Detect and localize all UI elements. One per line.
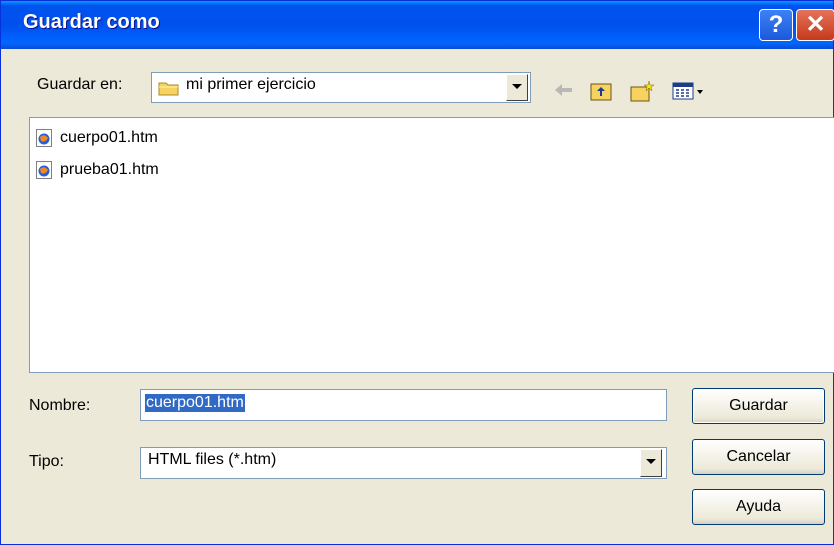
filename-label: Nombre: <box>29 397 91 414</box>
save-in-dropdown-button[interactable] <box>506 74 528 101</box>
back-arrow-icon[interactable] <box>551 79 575 101</box>
folder-icon <box>158 82 179 96</box>
help-title-button[interactable]: ? <box>759 9 793 41</box>
save-in-combo[interactable]: mi primer ejercicio <box>151 72 531 103</box>
help-button[interactable]: Ayuda <box>692 489 825 525</box>
file-name: prueba01.htm <box>60 161 159 178</box>
filetype-dropdown-button[interactable] <box>640 449 662 477</box>
close-title-button[interactable]: ✕ <box>796 9 834 41</box>
title-bar[interactable]: Guardar como ? ✕ <box>1 1 834 49</box>
save-in-value: mi primer ejercicio <box>186 76 316 93</box>
filetype-combo[interactable]: HTML files (*.htm) <box>140 447 667 479</box>
file-name: cuerpo01.htm <box>60 129 158 146</box>
save-button[interactable]: Guardar <box>692 388 825 424</box>
filetype-value: HTML files (*.htm) <box>148 451 277 468</box>
save-in-label: Guardar en: <box>37 76 123 93</box>
up-folder-icon[interactable] <box>589 79 615 103</box>
view-menu-icon[interactable] <box>671 79 705 103</box>
filetype-label: Tipo: <box>29 453 64 470</box>
new-folder-icon[interactable] <box>629 79 657 105</box>
filename-value: cuerpo01.htm <box>145 394 245 412</box>
html-file-icon <box>36 161 52 179</box>
html-file-icon <box>36 129 52 147</box>
file-list[interactable]: cuerpo01.htm prueba01.htm <box>29 117 834 373</box>
dialog-title: Guardar como <box>23 11 160 33</box>
filename-field[interactable]: cuerpo01.htm <box>140 389 667 421</box>
save-as-dialog: Guardar como ? ✕ Guardar en: mi primer e… <box>0 0 834 545</box>
cancel-button[interactable]: Cancelar <box>692 439 825 475</box>
